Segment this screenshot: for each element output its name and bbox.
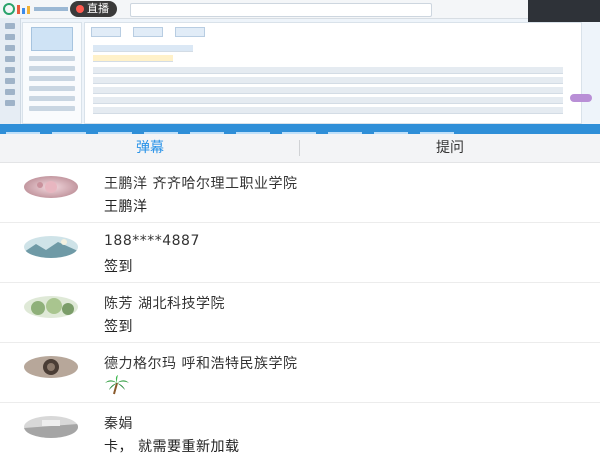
site-logo-icon <box>3 3 68 15</box>
list-item: 陈芳 湖北科技学院 签到 <box>0 283 600 343</box>
shared-scroll-handle <box>570 94 592 102</box>
shared-app-sidebar <box>0 18 21 124</box>
tab-danmaku[interactable]: 弹幕 <box>0 134 300 162</box>
sender-name: 188****4887 <box>104 233 200 249</box>
avatar[interactable] <box>24 296 78 318</box>
avatar[interactable] <box>24 356 78 378</box>
list-item: 秦娟 卡， 就需要重新加载 <box>0 403 600 462</box>
live-badge: 直播 <box>70 1 117 17</box>
sender-name: 德力格尔玛 呼和浩特民族学院 <box>104 356 298 372</box>
message-text: 卡， 就需要重新加载 <box>104 439 240 455</box>
sender-name: 陈芳 湖北科技学院 <box>104 296 225 312</box>
shared-address-bar <box>130 3 432 17</box>
message-text: 王鹏洋 <box>104 199 148 215</box>
avatar[interactable] <box>24 236 78 258</box>
shared-content-panel <box>84 22 582 124</box>
live-label: 直播 <box>87 2 109 15</box>
avatar[interactable] <box>24 416 78 438</box>
sender-name: 秦娟 <box>104 416 133 432</box>
chat-tabs: 弹幕 提问 <box>0 134 600 163</box>
message-text: 签到 <box>104 319 133 335</box>
live-record-icon <box>76 5 84 13</box>
live-video-area[interactable]: 直播 <box>0 0 600 134</box>
avatar[interactable] <box>24 176 78 198</box>
shared-nav-panel <box>22 22 82 124</box>
tab-questions[interactable]: 提问 <box>300 134 600 162</box>
shared-taskbar <box>0 124 600 134</box>
message-text: 签到 <box>104 259 133 275</box>
palm-tree-icon <box>105 375 129 395</box>
list-item: 188****4887 签到 <box>0 223 600 283</box>
presenter-camera <box>528 0 600 22</box>
sender-name: 王鹏洋 齐齐哈尔理工职业学院 <box>104 176 298 192</box>
list-item: 德力格尔玛 呼和浩特民族学院 <box>0 343 600 403</box>
list-item: 王鹏洋 齐齐哈尔理工职业学院 王鹏洋 <box>0 163 600 223</box>
tab-divider <box>299 140 300 156</box>
message-list[interactable]: 王鹏洋 齐齐哈尔理工职业学院 王鹏洋 188****4887 签到 陈芳 湖北科… <box>0 163 600 462</box>
